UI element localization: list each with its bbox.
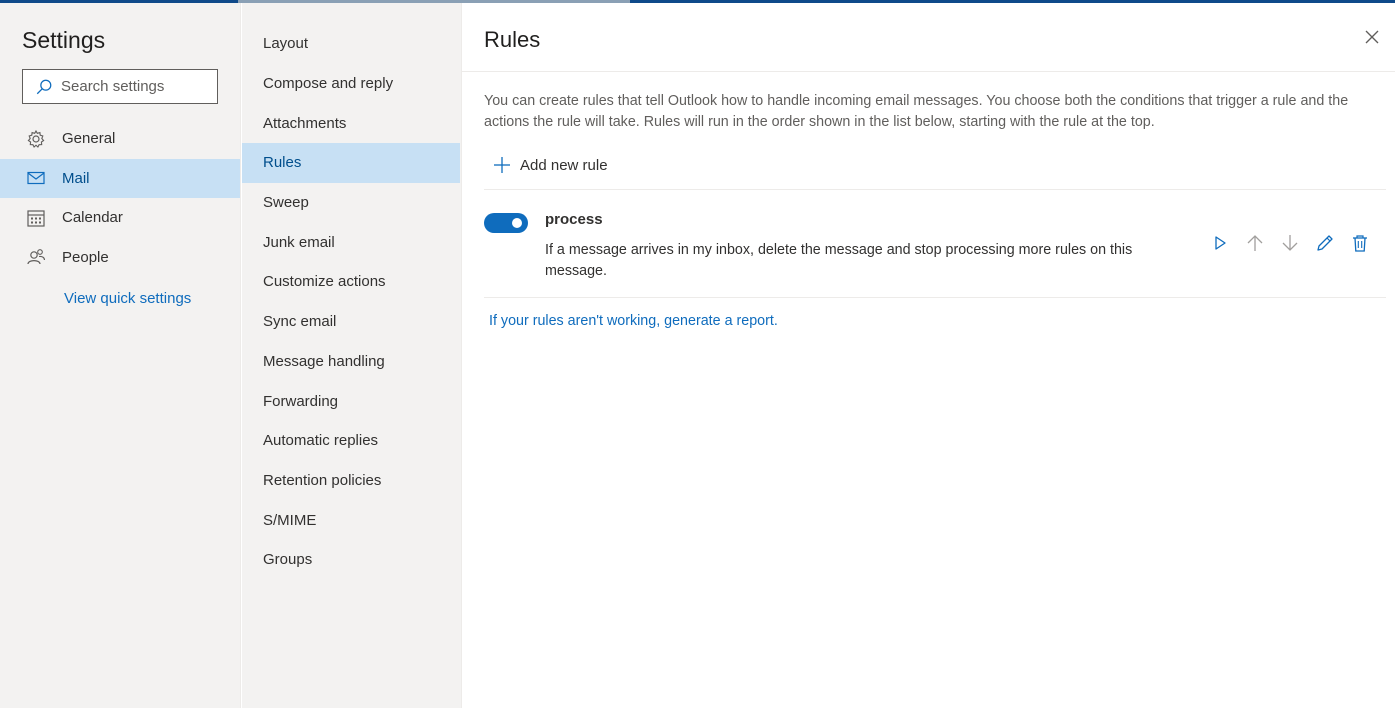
trash-icon [1353,235,1367,252]
rules-description: You can create rules that tell Outlook h… [484,93,1349,130]
move-up-button[interactable] [1245,231,1280,255]
menu-item-smime[interactable]: S/MIME [242,500,460,540]
nav-item-general[interactable]: General [0,119,240,159]
menu-item-rules[interactable]: Rules [242,143,460,183]
generate-report-link[interactable]: If your rules aren't working, generate a… [489,313,778,329]
edit-rule-button[interactable] [1315,231,1350,255]
search-icon [36,79,52,94]
gear-icon [27,129,45,148]
move-down-button[interactable] [1280,231,1315,255]
page-title: Rules [484,27,541,52]
add-new-rule-label: Add new rule [520,156,608,174]
settings-nav-list: General Mail Calendar People [0,119,240,277]
toggle-knob [512,218,522,228]
people-icon [27,249,46,265]
nav-item-people[interactable]: People [0,238,240,278]
close-icon [1365,30,1379,44]
menu-item-junk-email[interactable]: Junk email [242,222,460,262]
nav-item-mail[interactable]: Mail [0,158,240,198]
search-settings-input[interactable]: Search settings [22,69,218,104]
arrow-down-icon [1282,235,1298,251]
menu-item-attachments[interactable]: Attachments [242,103,460,143]
plus-icon [494,157,510,173]
mail-settings-menu: Layout Compose and reply Attachments Rul… [242,3,462,708]
mail-icon [27,172,45,185]
menu-item-groups[interactable]: Groups [242,540,460,580]
run-rule-button[interactable] [1210,231,1245,255]
settings-title: Settings [22,27,106,53]
pencil-icon [1317,235,1333,251]
menu-item-compose-and-reply[interactable]: Compose and reply [242,64,460,104]
menu-item-layout[interactable]: Layout [242,24,460,64]
rule-name: process [545,211,603,228]
delete-rule-button[interactable] [1350,231,1385,255]
nav-item-calendar[interactable]: Calendar [0,198,240,238]
menu-item-sync-email[interactable]: Sync email [242,302,460,342]
rule-description: If a message arrives in my inbox, delete… [545,242,1133,279]
menu-item-customize-actions[interactable]: Customize actions [242,262,460,302]
nav-item-label: General [62,130,116,148]
view-quick-settings-link[interactable]: View quick settings [64,290,191,307]
divider [484,189,1386,190]
rule-enabled-toggle[interactable] [484,213,528,233]
calendar-icon [27,210,45,227]
menu-item-retention-policies[interactable]: Retention policies [242,461,460,501]
nav-item-label: Calendar [62,209,123,227]
menu-item-forwarding[interactable]: Forwarding [242,381,460,421]
nav-item-label: Mail [62,169,90,187]
add-new-rule-button[interactable]: Add new rule [492,155,608,175]
header-divider [462,71,1395,72]
menu-item-message-handling[interactable]: Message handling [242,342,460,382]
arrow-up-icon [1247,235,1263,251]
divider [484,297,1386,298]
rule-actions [1210,231,1385,255]
settings-nav-pane: Settings Search settings General Mail Ca… [0,3,241,708]
close-button[interactable] [1362,27,1382,47]
nav-item-label: People [62,248,109,266]
menu-item-automatic-replies[interactable]: Automatic replies [242,421,460,461]
menu-item-sweep[interactable]: Sweep [242,183,460,223]
search-placeholder: Search settings [61,78,165,95]
rules-pane: Rules You can create rules that tell Out… [462,3,1395,708]
play-icon [1215,236,1226,250]
